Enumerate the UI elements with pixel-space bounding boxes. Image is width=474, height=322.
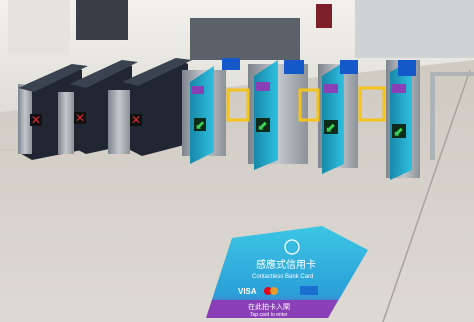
decal-line3: 在此拍卡入閘 (248, 302, 290, 311)
arrow-icon: ⬋ (257, 119, 268, 134)
unionpay-icon (300, 286, 318, 295)
escalator-area (190, 18, 300, 60)
metro-fare-gates-photo: ✕ ✕ ✕ ⬋ ⬋ ⬋ ⬋ 感應式信用卡 Contactless Bank Ca… (0, 0, 474, 322)
arrow-icon: ⬋ (393, 125, 404, 140)
decal-visa: VISA (238, 287, 257, 296)
stop-icon: ✕ (31, 113, 41, 127)
arrow-icon: ⬋ (195, 118, 205, 132)
wall-sign (316, 4, 332, 28)
decal-line2: Contactless Bank Card (252, 274, 313, 280)
stop-icon: ✕ (131, 113, 141, 127)
right-glass-wall (355, 0, 474, 58)
arrow-icon: ⬋ (325, 121, 336, 136)
left-pillar (8, 0, 70, 55)
dark-doorway (76, 0, 128, 40)
decal-line1: 感應式信用卡 (256, 258, 316, 271)
stop-icon: ✕ (75, 111, 85, 125)
decal-line4: Tap card to enter (250, 312, 288, 318)
